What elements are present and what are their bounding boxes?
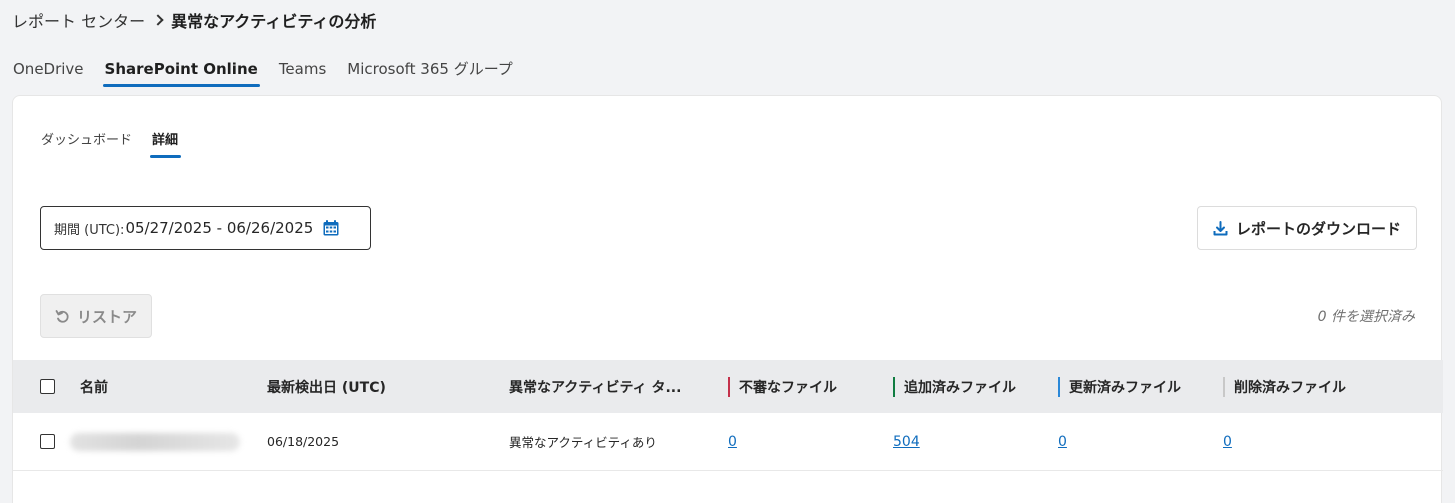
row-deleted-link[interactable]: 0 (1223, 434, 1232, 450)
row-name[interactable] (70, 413, 240, 470)
column-header-added[interactable]: 追加済みファイル (893, 360, 1016, 413)
column-header-updated[interactable]: 更新済みファイル (1058, 360, 1181, 413)
column-header-deleted-label: 削除済みファイル (1234, 379, 1346, 396)
column-header-deleted[interactable]: 削除済みファイル (1223, 360, 1346, 413)
table-row: 06/18/2025 異常なアクティビティあり 0 504 0 0 (13, 413, 1443, 471)
row-added-link[interactable]: 504 (893, 434, 920, 450)
tab-microsoft-365-groups[interactable]: Microsoft 365 グループ (347, 58, 523, 88)
added-color-bar (893, 376, 895, 397)
column-header-activity-type[interactable]: 異常なアクティビティ タ... (509, 360, 681, 413)
updated-color-bar (1058, 376, 1060, 397)
content-card: ダッシュボード 詳細 期間 (UTC): 05/27/2025 - 06/26/… (12, 95, 1443, 503)
column-header-added-label: 追加済みファイル (904, 379, 1016, 396)
restore-button[interactable]: リストア (40, 294, 152, 338)
download-report-button[interactable]: レポートのダウンロード (1197, 206, 1417, 250)
restore-icon (55, 309, 69, 323)
breadcrumb: レポート センター 異常なアクティビティの分析 (12, 9, 376, 31)
tab-onedrive[interactable]: OneDrive (13, 58, 94, 88)
row-activity-type: 異常なアクティビティあり (509, 435, 657, 450)
tab-details[interactable]: 詳細 (150, 132, 182, 158)
date-range-value: 05/27/2025 - 06/26/2025 (125, 219, 314, 237)
row-last-detected: 06/18/2025 (267, 434, 340, 449)
deleted-color-bar (1223, 376, 1225, 397)
breadcrumb-parent-link[interactable]: レポート センター (12, 8, 145, 32)
anomaly-table: 名前 最新検出日 (UTC) 異常なアクティビティ タ... 不審なファイル 追… (13, 360, 1443, 471)
restore-label: リストア (76, 307, 137, 326)
table-header: 名前 最新検出日 (UTC) 異常なアクティビティ タ... 不審なファイル 追… (13, 360, 1443, 413)
tab-dashboard[interactable]: ダッシュボード (41, 132, 132, 158)
page-title: 異常なアクティビティの分析 (171, 12, 377, 31)
column-header-name[interactable]: 名前 (80, 360, 108, 413)
service-tabs: OneDrive SharePoint Online Teams Microso… (13, 58, 534, 88)
column-header-suspicious-label: 不審なファイル (739, 379, 837, 396)
select-all-checkbox[interactable] (40, 379, 55, 394)
selected-count: 0 件を選択済み (1317, 309, 1415, 325)
download-icon (1213, 220, 1228, 235)
redacted-name (70, 432, 240, 451)
row-suspicious-link[interactable]: 0 (728, 434, 737, 450)
column-header-suspicious[interactable]: 不審なファイル (728, 360, 837, 413)
column-header-updated-label: 更新済みファイル (1069, 379, 1181, 396)
tab-teams[interactable]: Teams (279, 58, 336, 88)
suspicious-color-bar (728, 376, 730, 397)
row-updated-link[interactable]: 0 (1058, 434, 1067, 450)
view-tabs: ダッシュボード 詳細 (41, 132, 198, 158)
date-range-picker[interactable]: 期間 (UTC): 05/27/2025 - 06/26/2025 (40, 206, 371, 250)
row-checkbox[interactable] (40, 434, 55, 449)
date-range-label: 期間 (UTC): (54, 222, 125, 238)
calendar-icon (323, 220, 339, 236)
download-report-label: レポートのダウンロード (1235, 219, 1401, 238)
column-header-last-detected[interactable]: 最新検出日 (UTC) (267, 360, 386, 413)
chevron-right-icon (152, 14, 164, 26)
tab-sharepoint-online[interactable]: SharePoint Online (102, 58, 268, 88)
